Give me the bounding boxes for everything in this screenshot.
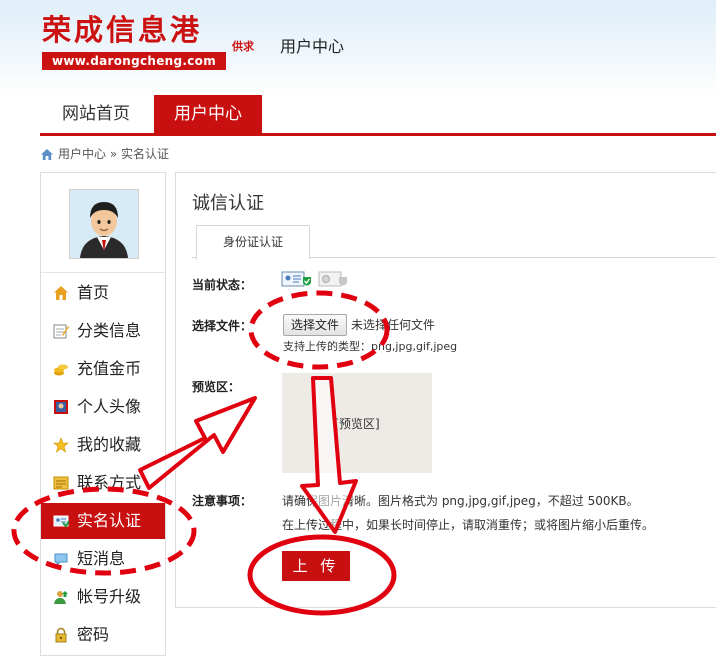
nav-tab-user-center[interactable]: 用户中心 [154,95,262,133]
id-card-verified-icon [281,271,311,287]
contact-card-icon [53,476,69,490]
sidebar-item-favorites[interactable]: 我的收藏 [41,427,165,463]
sidebar-item-contact[interactable]: 联系方式 [41,465,165,501]
preview-label: 预览区： [192,380,241,394]
nav-tab-home[interactable]: 网站首页 [40,95,152,133]
upload-button[interactable]: 上 传 [282,551,350,581]
preview-placeholder: [预览区] [334,417,380,431]
sidebar-item-messages[interactable]: 短消息 [41,541,165,577]
file-label: 选择文件： [192,319,253,333]
sidebar-item-realname[interactable]: 实名认证 [41,503,165,539]
house-icon [54,286,68,300]
page-title: 诚信认证 [192,193,264,214]
status-label: 当前状态： [192,278,253,292]
sidebar-item-label: 分类信息 [77,321,142,340]
notes-label: 注意事项： [192,494,253,508]
sidebar-item-label: 密码 [77,625,110,644]
sidebar-item-label: 联系方式 [77,473,142,492]
id-card-pending-icon [318,271,347,287]
sidebar-item-label: 我的收藏 [77,435,142,454]
header-title: 用户中心 [280,37,345,56]
sidebar-divider [41,272,165,273]
sidebar-item-upgrade[interactable]: 帐号升级 [41,579,165,615]
preview-area: [预览区] [282,373,432,473]
logo-supply-tag: 供求 [232,40,254,53]
file-types-hint: 支持上传的类型：png,jpg,gif,jpeg [283,340,458,353]
note-line-1: 请确保图片清晰。图片格式为 png,jpg,gif,jpeg，不超过 500KB… [282,494,639,508]
home-icon [41,149,53,160]
sidebar-item-label: 短消息 [77,549,126,568]
avatar-image [70,190,138,258]
sidebar-item-label: 实名认证 [77,511,142,530]
sidebar-item-label: 帐号升级 [77,587,142,606]
breadcrumb-text[interactable]: 用户中心 » 实名认证 [58,147,169,161]
sidebar-item-home[interactable]: 首页 [41,275,165,311]
tab-id-card-verification[interactable]: 身份证认证 [196,225,310,260]
sidebar-item-label: 个人头像 [77,397,142,416]
avatar[interactable] [69,189,139,259]
sidebar-item-label: 首页 [77,283,110,302]
breadcrumb: 用户中心 » 实名认证 [40,146,169,162]
site-logo[interactable]: 荣成信息港 [42,12,202,48]
id-card-icon [53,515,69,528]
status-indicator [281,269,351,293]
main-nav: 网站首页 用户中心 [40,95,716,136]
header: 荣成信息港 www.darongcheng.com 供求 用户中心 [0,0,716,95]
sidebar-item-classified[interactable]: 分类信息 [41,313,165,349]
lock-icon [55,627,67,643]
note-line-2: 在上传过程中，如果长时间停止，请取消重传；或将图片缩小后重传。 [282,518,655,532]
sidebar-item-password[interactable]: 密码 [41,617,165,653]
edit-note-icon [53,324,69,339]
site-url-banner: www.darongcheng.com [42,52,226,70]
user-upgrade-icon [54,591,68,604]
sidebar: 首页 分类信息 充值金币 个人头像 我的收藏 联系方式 实名认证 短消息 帐号升… [40,172,166,656]
sidebar-item-label: 充值金币 [77,359,142,378]
coins-icon [54,364,68,376]
sidebar-item-recharge[interactable]: 充值金币 [41,351,165,387]
file-status-text: 未选择任何文件 [351,318,436,332]
star-icon [53,437,69,453]
choose-file-button[interactable]: 选择文件 [283,314,347,336]
chat-bubble-icon [54,553,68,567]
main-panel: 诚信认证 身份证认证 当前状态： 选择文件： 选择文件 未选择任何文件 支持上传… [175,172,716,608]
portrait-icon [54,400,68,414]
sidebar-item-avatar[interactable]: 个人头像 [41,389,165,425]
